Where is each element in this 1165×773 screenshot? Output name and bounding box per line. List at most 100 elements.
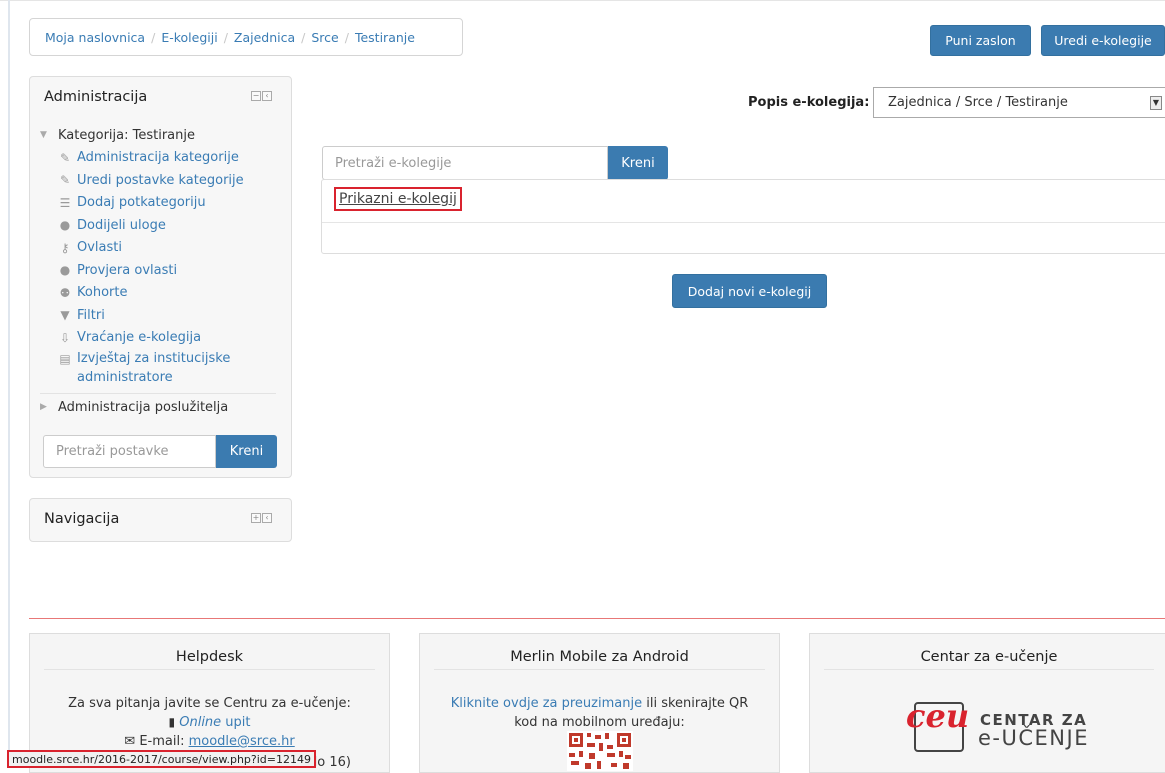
chevron-down-icon: ▼ bbox=[1150, 96, 1162, 110]
mobile-box: Merlin Mobile za Android Kliknite ovdje … bbox=[419, 633, 780, 773]
admin-tree: ▼ Kategorija: Testiranje ✎ Administracij… bbox=[40, 124, 276, 419]
admin-item-filters[interactable]: ▼ Filtri bbox=[58, 304, 276, 327]
admin-item-add-subcategory[interactable]: ☰ Dodaj potkategoriju bbox=[58, 192, 276, 215]
course-list-divider bbox=[322, 222, 1165, 223]
admin-item-edit-category[interactable]: ✎ Uredi postavke kategorije bbox=[58, 169, 276, 192]
course-search-button[interactable]: Kreni bbox=[608, 146, 668, 180]
left-border bbox=[8, 0, 10, 766]
breadcrumb-separator: / bbox=[151, 29, 156, 45]
block-controls[interactable]: + ‹ bbox=[251, 513, 272, 523]
admin-item-label[interactable]: Dodijeli uloge bbox=[77, 218, 166, 233]
helpdesk-separator bbox=[44, 669, 375, 670]
navigation-block: Navigacija + ‹ bbox=[29, 498, 292, 542]
admin-item-label[interactable]: Ovlasti bbox=[77, 240, 122, 255]
dock-icon[interactable]: − bbox=[251, 91, 261, 101]
user-check-icon: ● bbox=[59, 263, 71, 278]
mobile-title: Merlin Mobile za Android bbox=[510, 649, 689, 665]
server-admin-label: Administracija poslužitelja bbox=[58, 399, 229, 415]
mobile-separator bbox=[434, 669, 765, 670]
admin-item-report[interactable]: ▤ Izvještaj za institucijske administrato… bbox=[58, 349, 276, 389]
course-link[interactable]: Prikazni e-kolegij bbox=[334, 187, 462, 211]
centre-separator bbox=[824, 669, 1154, 670]
breadcrumb-testing[interactable]: Testiranje bbox=[355, 30, 415, 45]
breadcrumb-home[interactable]: Moja naslovnica bbox=[45, 30, 145, 45]
category-node[interactable]: ▼ Kategorija: Testiranje bbox=[40, 124, 276, 147]
cohort-icon: ⚉ bbox=[59, 285, 71, 300]
report-label-line2: administratore bbox=[77, 370, 173, 385]
settings-search-input[interactable]: Pretraži postavke bbox=[43, 435, 216, 468]
logo-mark: ceu bbox=[906, 697, 970, 735]
qr-code-icon bbox=[567, 731, 633, 771]
admin-item-check-permissions[interactable]: ● Provjera ovlasti bbox=[58, 259, 276, 282]
admin-item-label[interactable]: Uredi postavke kategorije bbox=[77, 173, 244, 188]
hide-icon[interactable]: ‹ bbox=[262, 91, 272, 101]
centre-title: Centar za e-učenje bbox=[920, 649, 1058, 665]
online-em: Online bbox=[179, 715, 222, 730]
fullscreen-button[interactable]: Puni zaslon bbox=[930, 25, 1031, 56]
report-icon: ▤ bbox=[59, 352, 71, 366]
envelope-icon: ✉ bbox=[124, 734, 136, 749]
category-select[interactable]: Zajednica / Srce / Testiranje ▼ bbox=[873, 87, 1165, 118]
admin-item-label[interactable]: Kohorte bbox=[77, 285, 127, 300]
mobile-text-line2: kod na mobilnom uređaju: bbox=[514, 715, 685, 730]
wrench-icon: ✎ bbox=[59, 173, 71, 188]
category-list-icon: ☰ bbox=[59, 195, 71, 210]
edit-courses-button[interactable]: Uredi e-kolegije bbox=[1041, 25, 1165, 56]
settings-search-button[interactable]: Kreni bbox=[216, 435, 277, 468]
navigation-title: Navigacija bbox=[44, 511, 120, 527]
report-label-line1: Izvještaj za institucijske bbox=[77, 351, 231, 366]
admin-item-assign-roles[interactable]: ● Dodijeli uloge bbox=[58, 214, 276, 237]
status-bar-url: moodle.srce.hr/2016-2017/course/view.php… bbox=[7, 750, 316, 768]
email-link[interactable]: moodle@srce.hr bbox=[189, 734, 295, 749]
admin-item-cohorts[interactable]: ⚉ Kohorte bbox=[58, 282, 276, 305]
helpdesk-online: ▮ Online upit bbox=[30, 713, 389, 732]
category-label: Kategorija: Testiranje bbox=[58, 127, 195, 143]
breadcrumb-community[interactable]: Zajednica bbox=[234, 30, 295, 45]
admin-item-permissions[interactable]: ⚷ Ovlasti bbox=[58, 237, 276, 260]
server-admin-node[interactable]: ▶ Administracija poslužitelja bbox=[40, 396, 276, 419]
wrench-icon: ✎ bbox=[59, 150, 71, 165]
top-border bbox=[0, 0, 1165, 1]
chevron-right-icon: ▶ bbox=[40, 402, 47, 413]
user-icon: ● bbox=[59, 218, 71, 233]
course-list-label: Popis e-kolegija: bbox=[748, 95, 870, 110]
breadcrumb: Moja naslovnica / E-kolegiji / Zajednica… bbox=[29, 18, 463, 56]
settings-search: Pretraži postavke Kreni bbox=[43, 435, 277, 468]
course-search-input[interactable]: Pretraži e-kolegije bbox=[322, 146, 608, 180]
filter-icon: ▼ bbox=[60, 308, 70, 323]
admin-item-label[interactable]: Provjera ovlasti bbox=[77, 263, 177, 278]
breadcrumb-srce[interactable]: Srce bbox=[311, 30, 338, 45]
tree-divider bbox=[40, 393, 276, 394]
online-link[interactable]: Online upit bbox=[179, 715, 250, 730]
admin-item-restore[interactable]: ⇩ Vraćanje e-kolegija bbox=[58, 327, 276, 350]
centre-box: Centar za e-učenje ceu CENTAR ZA e-UČENJ… bbox=[809, 633, 1165, 773]
mobile-text: Kliknite ovdje za preuzimanje ili skenir… bbox=[420, 694, 779, 732]
breadcrumb-courses[interactable]: E-kolegiji bbox=[161, 30, 217, 45]
breadcrumb-separator: / bbox=[344, 29, 349, 45]
helpdesk-intro: Za sva pitanja javite se Centru za e-uče… bbox=[68, 696, 351, 711]
online-rest: upit bbox=[221, 715, 251, 730]
category-select-value: Zajednica / Srce / Testiranje bbox=[888, 95, 1068, 110]
administration-title: Administracija bbox=[44, 89, 148, 105]
course-search: Pretraži e-kolegije Kreni bbox=[322, 146, 668, 180]
hide-icon[interactable]: ‹ bbox=[262, 513, 272, 523]
logo-text-line2: e-UČENJE bbox=[978, 726, 1089, 750]
admin-item-label[interactable]: Dodaj potkategoriju bbox=[77, 195, 206, 210]
helpdesk-email: ✉ E-mail: moodle@srce.hr bbox=[30, 732, 389, 751]
admin-item-label[interactable]: Filtri bbox=[77, 308, 105, 323]
helpdesk-title: Helpdesk bbox=[175, 649, 244, 665]
add-course-button[interactable]: Dodaj novi e-kolegij bbox=[672, 274, 827, 308]
ceu-logo-icon: ceu bbox=[906, 696, 970, 754]
email-label: E-mail: bbox=[139, 734, 189, 749]
block-controls[interactable]: − ‹ bbox=[251, 91, 272, 101]
admin-item-label[interactable]: Izvještaj za institucijske administratore bbox=[77, 349, 267, 387]
admin-item-label[interactable]: Administracija kategorije bbox=[77, 150, 239, 165]
admin-item-category-admin[interactable]: ✎ Administracija kategorije bbox=[58, 147, 276, 170]
breadcrumb-separator: / bbox=[223, 29, 228, 45]
key-icon: ⚷ bbox=[60, 240, 70, 255]
helpdesk-text: Za sva pitanja javite se Centru za e-uče… bbox=[30, 694, 389, 751]
admin-item-label[interactable]: Vraćanje e-kolegija bbox=[77, 330, 201, 345]
expand-icon[interactable]: + bbox=[251, 513, 261, 523]
download-link[interactable]: Kliknite ovdje za preuzimanje bbox=[451, 696, 642, 711]
chevron-down-icon: ▼ bbox=[40, 130, 47, 141]
